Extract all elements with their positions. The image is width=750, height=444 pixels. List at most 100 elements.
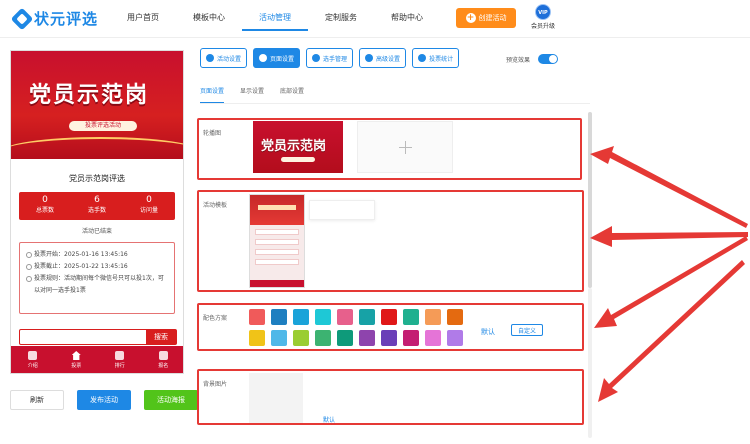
color-swatch[interactable]	[447, 309, 463, 325]
color-custom-button[interactable]: 自定义	[511, 324, 543, 336]
vip-upgrade[interactable]: VIP 会员升级	[528, 4, 558, 30]
vote-info-box: 投票开始：2025-01-16 13:45:16 投票截止：2025-01-22…	[19, 242, 175, 314]
template-row	[255, 259, 299, 265]
carousel-image[interactable]: 党员示范岗	[253, 121, 343, 173]
color-swatch[interactable]	[271, 309, 287, 325]
carousel-section: 轮播图 党员示范岗	[197, 118, 582, 180]
refresh-button[interactable]: 刷新	[10, 390, 64, 410]
users-icon	[312, 54, 321, 62]
template-thumbnail[interactable]	[249, 194, 305, 288]
color-swatch[interactable]	[425, 330, 441, 346]
stat-label: 总票数	[35, 207, 54, 214]
add-carousel-image-button[interactable]	[357, 121, 453, 173]
home-icon	[71, 351, 81, 360]
tab-intro[interactable]: 介绍	[11, 346, 55, 373]
phone-preview: 党员示范岗 投票评选活动 党员示范岗评选 0 总票数 6 选手数 0 访问量 活…	[10, 50, 184, 374]
background-label: 背景图片	[203, 381, 228, 388]
advanced-settings-button[interactable]: 高级设置	[359, 48, 407, 68]
vote-stats-button[interactable]: 投票统计	[412, 48, 460, 68]
vote-end-line: 投票截止：2025-01-22 13:45:16	[26, 261, 168, 273]
tab-signup[interactable]: 报名	[142, 346, 184, 373]
stat-visits: 0 访问量	[123, 192, 175, 220]
preview-search-input[interactable]: 搜索	[19, 329, 177, 345]
color-swatch[interactable]	[403, 330, 419, 346]
main-nav: 用户首页 模板中心 活动管理 定制服务 帮助中心	[110, 12, 440, 31]
color-swatch[interactable]	[337, 330, 353, 346]
logo[interactable]: 状元评选	[10, 7, 98, 30]
color-swatch[interactable]	[315, 309, 331, 325]
color-swatch[interactable]	[293, 309, 309, 325]
logo-icon	[10, 7, 34, 30]
vote-end-text: 投票截止：2025-01-22 13:45:16	[34, 263, 128, 270]
nav-custom-service[interactable]: 定制服务	[308, 12, 374, 31]
poster-button[interactable]: 活动海报	[144, 390, 198, 410]
nav-user-home[interactable]: 用户首页	[110, 12, 176, 31]
color-swatch[interactable]	[425, 309, 441, 325]
nav-template-center[interactable]: 模板中心	[176, 12, 242, 31]
toolbar-label: 选手管理	[323, 55, 348, 63]
color-swatch[interactable]	[447, 330, 463, 346]
preview-switch[interactable]	[538, 54, 559, 64]
bar-chart-icon	[418, 54, 427, 62]
template-header	[250, 195, 304, 225]
banner-subtitle: 投票评选活动	[69, 121, 137, 131]
color-swatch[interactable]	[271, 330, 287, 346]
color-swatch[interactable]	[249, 309, 265, 325]
tab-label: 投票	[71, 363, 82, 369]
create-activity-button[interactable]: + 创建活动	[456, 8, 516, 28]
intro-icon	[28, 351, 38, 360]
color-default-link[interactable]: 默认	[481, 327, 495, 337]
template-label: 活动模板	[203, 202, 228, 209]
page-settings-button[interactable]: 页面设置	[253, 48, 301, 68]
color-swatch[interactable]	[403, 309, 419, 325]
stat-value: 0	[146, 195, 152, 205]
vip-icon: VIP	[535, 4, 551, 20]
carousel-label: 轮播图	[203, 130, 222, 137]
settings-subtabs: 页面设置 显示设置 底部设置	[200, 86, 590, 104]
background-default-link[interactable]: 默认	[323, 415, 335, 424]
floating-card	[309, 200, 375, 220]
nav-help-center[interactable]: 帮助中心	[374, 12, 440, 31]
trophy-icon	[115, 351, 125, 360]
subtab-display-settings[interactable]: 显示设置	[240, 86, 264, 103]
color-swatch[interactable]	[293, 330, 309, 346]
color-scheme-section: 配色方案 默认 自定义	[197, 303, 584, 351]
publish-button[interactable]: 发布活动	[77, 390, 131, 410]
color-swatch[interactable]	[381, 309, 397, 325]
background-image-slot[interactable]	[249, 373, 303, 423]
carousel-image-title: 党员示范岗	[261, 139, 327, 154]
banner-title: 党员示范岗	[29, 83, 150, 108]
activity-status: 活动已结束	[81, 228, 112, 235]
arrow-icon	[590, 226, 748, 247]
color-swatch[interactable]	[381, 330, 397, 346]
tab-label: 排行	[114, 363, 125, 369]
subtab-page-settings[interactable]: 页面设置	[200, 86, 225, 103]
stat-contestants: 6 选手数	[71, 192, 123, 220]
tab-vote[interactable]: 投票	[55, 346, 99, 373]
tab-ranking[interactable]: 排行	[98, 346, 142, 373]
stat-label: 访问量	[139, 207, 158, 214]
toolbar-label: 页面设置	[270, 55, 295, 63]
vote-rule-text: 投票规则：活动期间每个微信号只可以投1次，可以对同一选手投1票	[34, 275, 164, 294]
preview-actions: 刷新 发布活动 活动海报	[10, 390, 198, 410]
color-swatch[interactable]	[249, 330, 265, 346]
color-swatch[interactable]	[315, 330, 331, 346]
annotation-arrows	[590, 146, 748, 402]
template-row	[255, 229, 299, 235]
color-swatch[interactable]	[359, 330, 375, 346]
nav-activity-manage[interactable]: 活动管理	[242, 12, 308, 31]
stat-value: 0	[42, 195, 48, 205]
contestant-manage-button[interactable]: 选手管理	[306, 48, 354, 68]
color-swatch[interactable]	[359, 309, 375, 325]
subtab-bottom-settings[interactable]: 底部设置	[280, 86, 304, 103]
background-section: 背景图片 默认	[197, 369, 584, 425]
sliders-icon	[365, 54, 374, 62]
tab-label: 介绍	[27, 363, 38, 369]
color-swatches	[249, 309, 463, 346]
activity-settings-button[interactable]: 活动设置	[200, 48, 248, 68]
template-tabbar	[250, 280, 304, 287]
vote-start-text: 投票开始：2025-01-16 13:45:16	[34, 251, 128, 258]
color-swatch[interactable]	[337, 309, 353, 325]
stat-value: 6	[94, 195, 100, 205]
preview-search-button[interactable]: 搜索	[146, 330, 176, 344]
